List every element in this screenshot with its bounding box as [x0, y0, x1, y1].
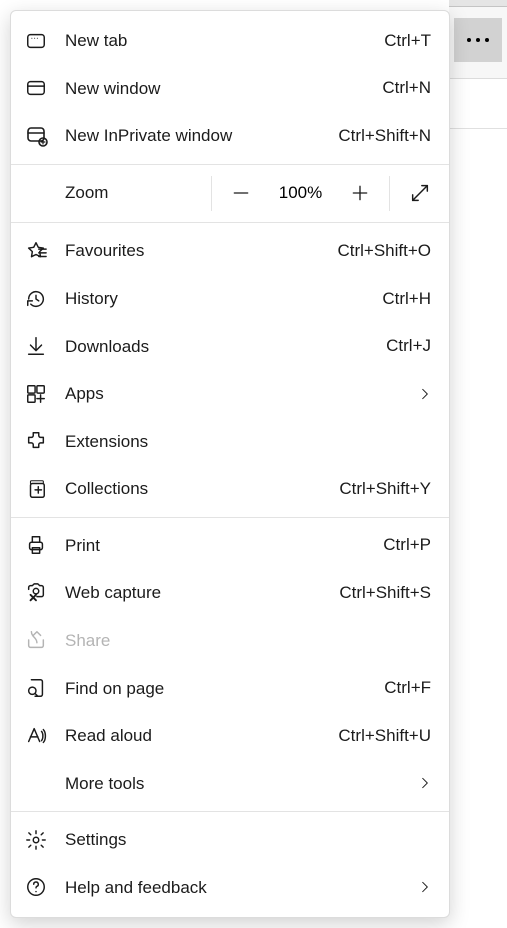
- menu-item-downloads[interactable]: Downloads Ctrl+J: [11, 322, 449, 370]
- fullscreen-button[interactable]: [389, 176, 449, 211]
- menu-shortcut: Ctrl+H: [382, 289, 431, 309]
- menu-separator: [11, 811, 449, 812]
- print-icon: [25, 534, 65, 556]
- downloads-icon: [25, 335, 65, 357]
- minus-icon: [231, 183, 251, 203]
- menu-item-find[interactable]: Find on page Ctrl+F: [11, 664, 449, 712]
- inprivate-icon: [25, 124, 65, 148]
- menu-item-favourites[interactable]: Favourites Ctrl+Shift+O: [11, 227, 449, 275]
- find-icon: [25, 677, 65, 699]
- menu-shortcut: Ctrl+J: [386, 336, 431, 356]
- menu-item-settings[interactable]: Settings: [11, 816, 449, 864]
- menu-item-collections[interactable]: Collections Ctrl+Shift+Y: [11, 465, 449, 513]
- menu-label: New tab: [65, 32, 384, 49]
- menu-label: Apps: [65, 385, 415, 402]
- apps-icon: [25, 383, 65, 405]
- zoom-out-button[interactable]: [227, 179, 255, 207]
- menu-item-history[interactable]: History Ctrl+H: [11, 275, 449, 323]
- menu-item-new-inprivate[interactable]: New InPrivate window Ctrl+Shift+N: [11, 112, 449, 160]
- menu-item-read-aloud[interactable]: Read aloud Ctrl+Shift+U: [11, 712, 449, 760]
- menu-shortcut: Ctrl+P: [383, 535, 431, 555]
- settings-and-more-menu: New tab Ctrl+T New window Ctrl+N New InP…: [10, 10, 450, 918]
- web-capture-icon: [25, 582, 65, 604]
- zoom-controls: 100%: [211, 176, 389, 211]
- menu-item-zoom: Zoom 100%: [11, 169, 449, 219]
- menu-label: More tools: [65, 775, 415, 792]
- plus-icon: [350, 183, 370, 203]
- menu-item-extensions[interactable]: Extensions: [11, 417, 449, 465]
- menu-item-web-capture[interactable]: Web capture Ctrl+Shift+S: [11, 569, 449, 617]
- fullscreen-icon: [409, 182, 431, 204]
- chevron-right-icon: [415, 776, 435, 790]
- menu-shortcut: Ctrl+F: [384, 678, 431, 698]
- menu-shortcut: Ctrl+Shift+S: [339, 583, 431, 603]
- history-icon: [25, 288, 65, 310]
- new-window-icon: [25, 77, 65, 99]
- menu-label: History: [65, 290, 382, 307]
- menu-separator: [11, 164, 449, 165]
- menu-label: New window: [65, 80, 382, 97]
- menu-label: Settings: [65, 831, 435, 848]
- gear-icon: [25, 829, 65, 851]
- menu-item-new-tab[interactable]: New tab Ctrl+T: [11, 17, 449, 65]
- menu-shortcut: Ctrl+N: [382, 78, 431, 98]
- menu-item-share: Share: [11, 617, 449, 665]
- content-top-border: [449, 128, 507, 129]
- share-icon: [25, 629, 65, 651]
- toolbar-remnant: [449, 0, 507, 928]
- menu-label: New InPrivate window: [65, 127, 338, 144]
- toolbar-top-bg: [449, 0, 507, 79]
- favourites-icon: [25, 240, 65, 262]
- menu-label: Extensions: [65, 433, 435, 450]
- menu-label: Share: [65, 632, 435, 649]
- app-root: New tab Ctrl+T New window Ctrl+N New InP…: [0, 0, 507, 928]
- menu-label: Favourites: [65, 242, 337, 259]
- zoom-value: 100%: [279, 183, 322, 203]
- menu-shortcut: Ctrl+Shift+O: [337, 241, 431, 261]
- help-icon: [25, 876, 65, 898]
- chevron-right-icon: [415, 880, 435, 894]
- menu-item-print[interactable]: Print Ctrl+P: [11, 522, 449, 570]
- extensions-icon: [25, 430, 65, 452]
- menu-separator: [11, 222, 449, 223]
- read-aloud-icon: [25, 725, 65, 747]
- menu-label: Downloads: [65, 338, 386, 355]
- zoom-in-button[interactable]: [346, 179, 374, 207]
- zoom-label: Zoom: [11, 183, 211, 203]
- new-tab-icon: [25, 30, 65, 52]
- menu-item-more-tools[interactable]: More tools: [11, 759, 449, 807]
- ellipsis-icon: [467, 38, 489, 42]
- menu-label: Find on page: [65, 680, 384, 697]
- menu-shortcut: Ctrl+Shift+U: [338, 726, 431, 746]
- menu-label: Web capture: [65, 584, 339, 601]
- menu-item-help[interactable]: Help and feedback: [11, 863, 449, 911]
- menu-item-apps[interactable]: Apps: [11, 370, 449, 418]
- menu-label: Read aloud: [65, 727, 338, 744]
- settings-and-more-button[interactable]: [454, 18, 502, 62]
- menu-label: Help and feedback: [65, 879, 415, 896]
- collections-icon: [25, 478, 65, 500]
- menu-item-new-window[interactable]: New window Ctrl+N: [11, 65, 449, 113]
- menu-separator: [11, 517, 449, 518]
- menu-label: Collections: [65, 480, 339, 497]
- menu-shortcut: Ctrl+Shift+N: [338, 126, 431, 146]
- chevron-right-icon: [415, 387, 435, 401]
- menu-shortcut: Ctrl+Shift+Y: [339, 479, 431, 499]
- menu-label: Print: [65, 537, 383, 554]
- menu-shortcut: Ctrl+T: [384, 31, 431, 51]
- tab-strip-edge: [449, 0, 507, 7]
